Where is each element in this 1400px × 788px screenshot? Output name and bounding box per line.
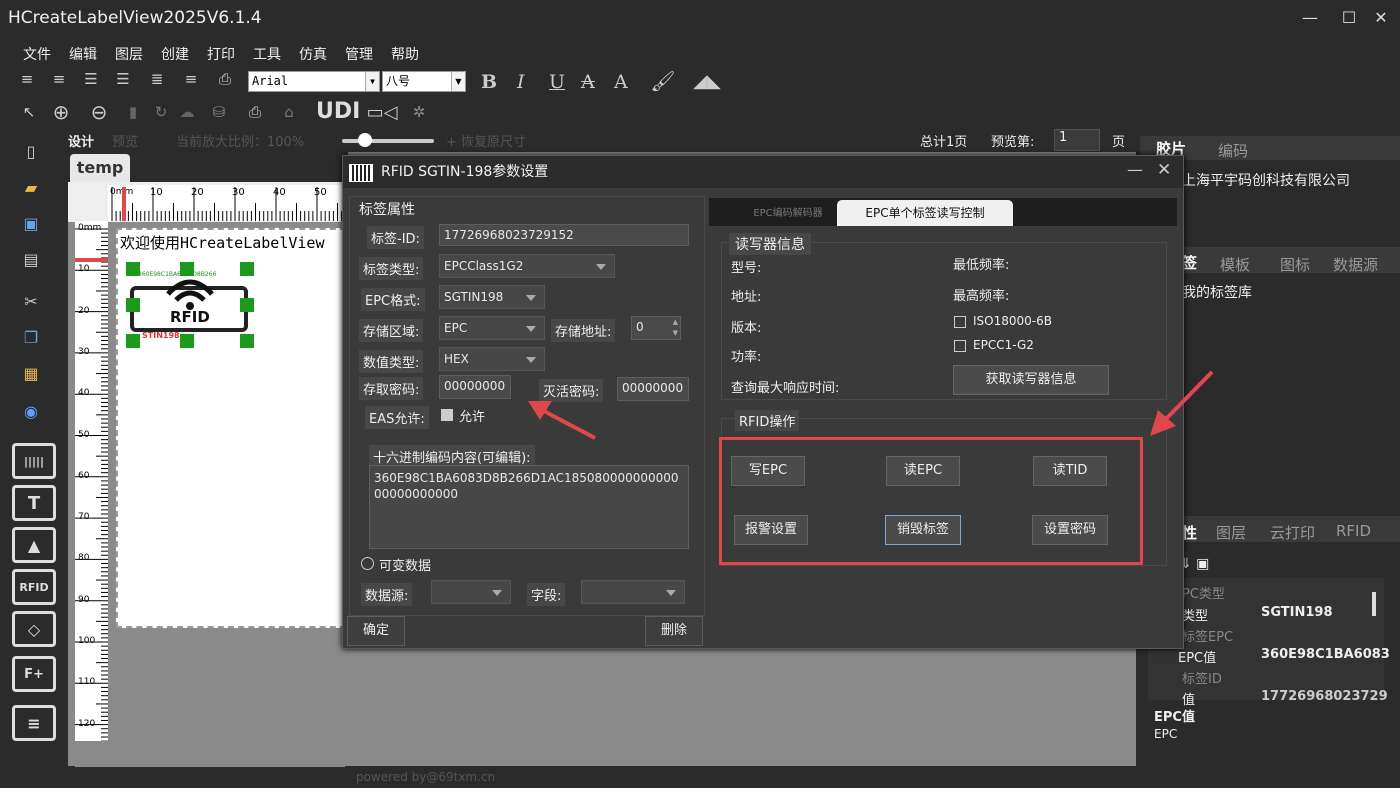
arrow-to-access-password [541,408,596,440]
arrow-to-rfid-ops [1163,370,1214,422]
arrowhead-icon [528,401,552,420]
annotation-arrows [528,370,1214,440]
